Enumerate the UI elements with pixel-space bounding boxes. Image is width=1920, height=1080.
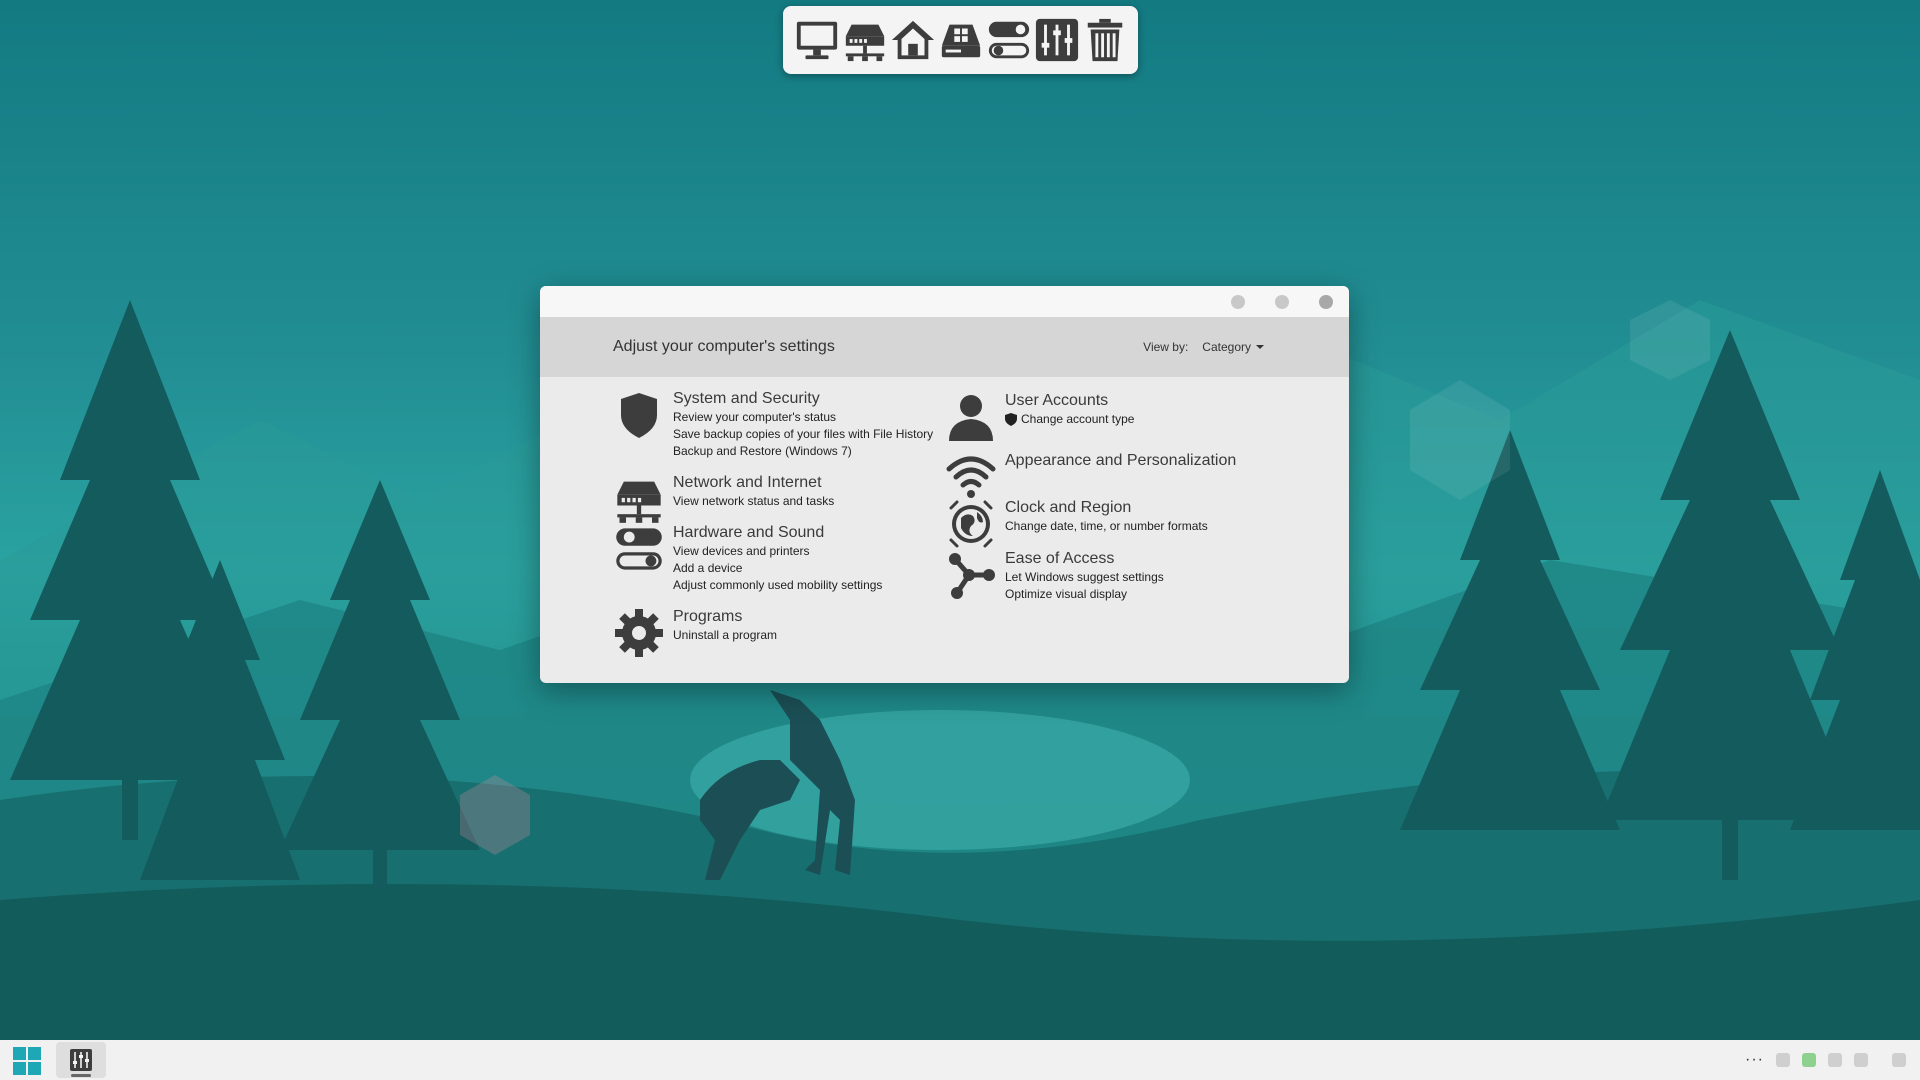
view-by: View by: Category	[1143, 340, 1264, 354]
shield-icon	[613, 389, 665, 441]
trash-icon	[1087, 18, 1122, 62]
category-title[interactable]: User Accounts	[1005, 391, 1134, 411]
drive-icon	[941, 24, 980, 58]
category-ease-access: Ease of Access Let Windows suggest setti…	[945, 549, 1164, 603]
shield-icon	[1005, 413, 1017, 426]
taskbar-app-control-panel[interactable]	[56, 1042, 106, 1078]
dock	[783, 6, 1138, 74]
category-link[interactable]: Let Windows suggest settings	[1005, 569, 1164, 586]
category-user-accounts: User Accounts Change account type	[945, 391, 1134, 443]
window-titlebar[interactable]	[540, 286, 1349, 317]
toggles-icon	[613, 523, 665, 575]
wifi-icon	[945, 451, 997, 503]
category-link[interactable]: Change date, time, or number formats	[1005, 518, 1208, 535]
category-programs: Programs Uninstall a program	[613, 607, 777, 659]
category-title[interactable]: Hardware and Sound	[673, 523, 882, 543]
category-title[interactable]: Network and Internet	[673, 473, 834, 493]
control-panel-icon	[1035, 18, 1078, 62]
home-icon	[891, 20, 934, 60]
category-network-internet: Network and Internet View network status…	[613, 473, 834, 525]
page-title: Adjust your computer's settings	[613, 338, 835, 355]
category-title[interactable]: System and Security	[673, 389, 933, 409]
category-title[interactable]: Ease of Access	[1005, 549, 1164, 569]
category-hardware-sound: Hardware and Sound View devices and prin…	[613, 523, 882, 594]
view-by-value: Category	[1202, 340, 1251, 354]
category-link[interactable]: Add a device	[673, 560, 882, 577]
share-icon	[945, 549, 997, 601]
category-clock-region: Clock and Region Change date, time, or n…	[945, 498, 1208, 550]
category-link[interactable]: Uninstall a program	[673, 627, 777, 644]
user-icon	[945, 391, 997, 443]
category-link[interactable]: View network status and tasks	[673, 493, 834, 510]
globe-icon	[945, 498, 997, 550]
dock-item-computer[interactable]	[794, 15, 840, 65]
taskbar: ···	[0, 1040, 1920, 1080]
gear-icon	[613, 607, 665, 659]
control-panel-window: Adjust your computer's settings View by:…	[540, 286, 1349, 683]
category-link-text: Change account type	[1021, 412, 1135, 426]
category-title[interactable]: Programs	[673, 607, 777, 627]
network-icon	[613, 473, 665, 525]
category-link[interactable]: Backup and Restore (Windows 7)	[673, 443, 933, 460]
computer-icon	[796, 21, 837, 60]
tray-overflow-button[interactable]: ···	[1745, 1051, 1764, 1069]
category-link[interactable]: Save backup copies of your files with Fi…	[673, 426, 933, 443]
category-link[interactable]: Optimize visual display	[1005, 586, 1164, 603]
view-by-dropdown[interactable]: Category	[1202, 340, 1264, 354]
system-tray: ···	[1745, 1040, 1906, 1080]
dock-item-trash[interactable]	[1082, 15, 1128, 65]
dock-item-drive[interactable]	[938, 15, 984, 65]
dock-item-toggles[interactable]	[986, 15, 1032, 65]
notification-icon[interactable]	[1892, 1053, 1906, 1067]
view-by-label: View by:	[1143, 340, 1189, 354]
dock-item-network[interactable]	[842, 15, 888, 65]
window-header: Adjust your computer's settings View by:…	[540, 317, 1349, 377]
close-button[interactable]	[1319, 294, 1333, 309]
category-link[interactable]: Review your computer's status	[673, 409, 933, 426]
dock-item-control-panel[interactable]	[1034, 15, 1080, 65]
windows-logo-icon	[13, 1047, 41, 1075]
category-title[interactable]: Clock and Region	[1005, 498, 1208, 518]
control-panel-icon	[70, 1049, 92, 1071]
tray-icon[interactable]	[1776, 1053, 1790, 1067]
toggles-icon	[988, 21, 1029, 59]
dock-item-home[interactable]	[890, 15, 936, 65]
battery-icon[interactable]	[1802, 1053, 1816, 1067]
maximize-button[interactable]	[1275, 294, 1289, 309]
category-link[interactable]: View devices and printers	[673, 543, 882, 560]
volume-icon[interactable]	[1828, 1053, 1842, 1067]
chevron-down-icon	[1256, 345, 1264, 349]
category-system-security: System and Security Review your computer…	[613, 389, 933, 460]
category-link[interactable]: Adjust commonly used mobility settings	[673, 577, 882, 594]
minimize-button[interactable]	[1231, 294, 1245, 309]
start-button[interactable]	[12, 1046, 42, 1076]
category-appearance: Appearance and Personalization	[945, 451, 1236, 503]
category-title[interactable]: Appearance and Personalization	[1005, 451, 1236, 471]
network-icon	[845, 24, 884, 62]
network-tray-icon[interactable]	[1854, 1053, 1868, 1067]
category-link[interactable]: Change account type	[1005, 411, 1134, 428]
